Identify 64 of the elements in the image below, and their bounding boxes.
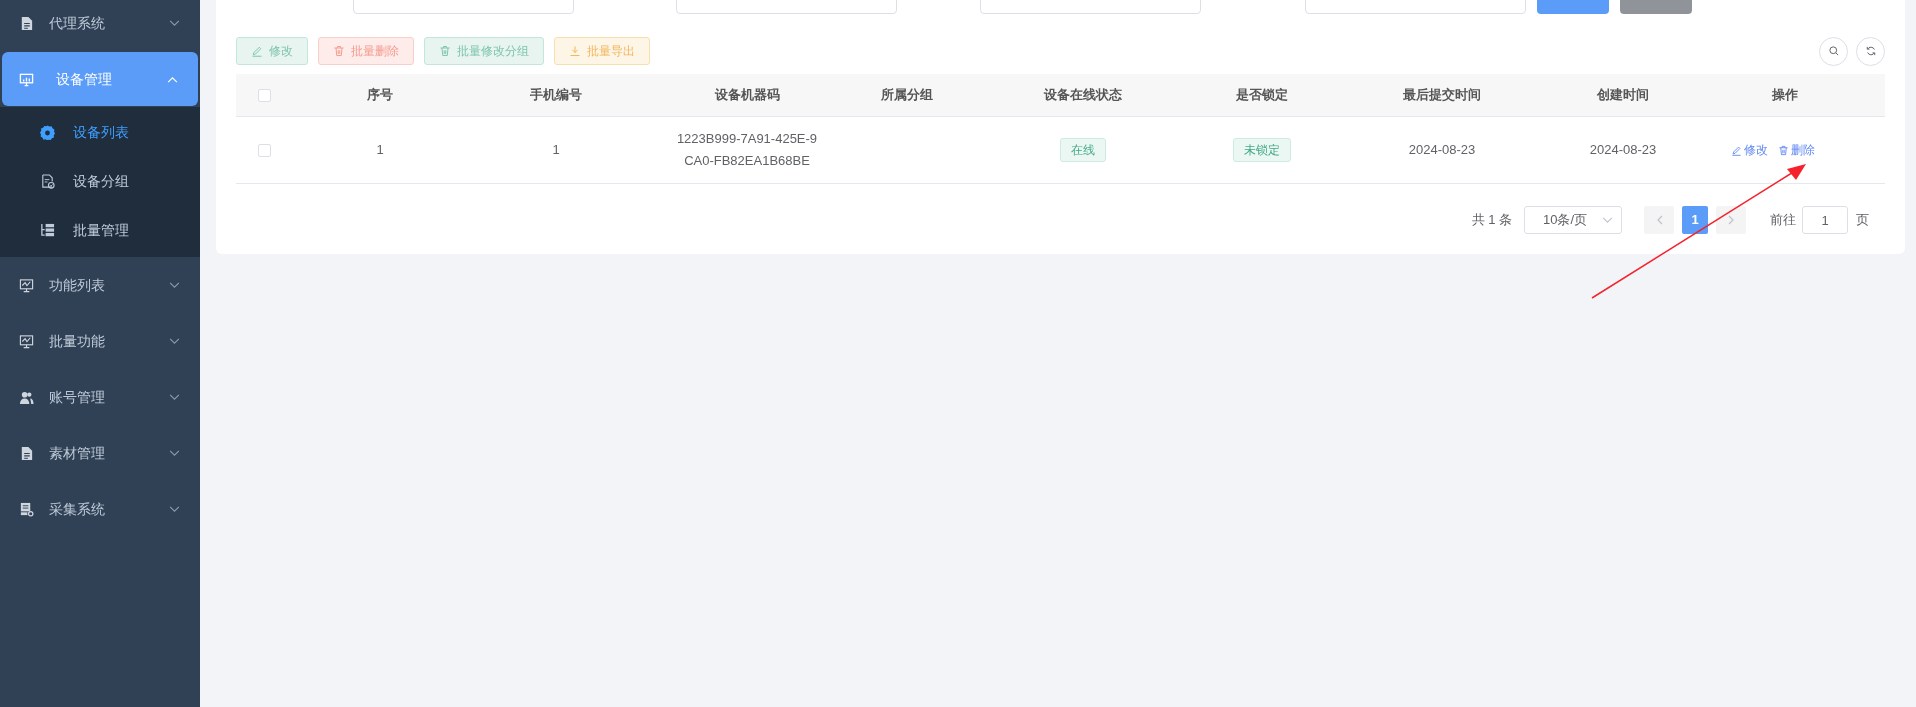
table-cell-text: 2024-08-23 [1589, 141, 1657, 160]
chevron-up-icon [167, 75, 178, 83]
column-header: 手机编号 [530, 86, 582, 105]
document-icon [19, 15, 34, 31]
table-cell-text: 2024-08-23 [1408, 141, 1476, 160]
refresh-icon [1864, 45, 1877, 57]
column-header: 创建时间 [1597, 86, 1649, 105]
chevron-left-icon [1655, 215, 1663, 225]
total-count: 共 1 条 [1471, 211, 1512, 230]
column-header: 序号 [367, 86, 393, 105]
status-tag: 未锁定 [1233, 138, 1291, 162]
table-cell-text: 1223B999-7A91-425E-9CA0-FB82EA1B68BE [675, 130, 819, 170]
chevron-down-icon [169, 281, 180, 289]
trash-icon [439, 45, 451, 57]
page-unit-label: 页 [1856, 211, 1869, 230]
page-size-select[interactable]: 10条/页 [1524, 206, 1622, 234]
column-header: 最后提交时间 [1403, 86, 1481, 105]
monitor-chart-icon [19, 277, 34, 293]
submenu-item[interactable]: 批量管理 [0, 206, 200, 255]
monitor-chart-icon [19, 333, 34, 349]
checkbox[interactable] [257, 88, 271, 102]
page-number-field[interactable]: 1 [1802, 206, 1848, 234]
sidebar-item[interactable]: 采集系统 [0, 481, 200, 537]
column-header: 设备机器码 [714, 86, 780, 105]
monitor-icon [19, 71, 34, 87]
column-header: 是否锁定 [1236, 86, 1288, 105]
checkbox[interactable] [257, 143, 271, 157]
submenu-item[interactable]: 设备列表 [0, 108, 200, 157]
users-icon [19, 389, 34, 405]
delete-link[interactable]: 删除 [1777, 141, 1815, 159]
chevron-down-icon [169, 505, 180, 513]
table-cell-text: 1 [552, 141, 560, 160]
chevron-down-icon [1602, 216, 1613, 224]
document-icon [19, 445, 34, 461]
chevron-right-icon [1727, 215, 1735, 225]
column-header: 操作 [1771, 86, 1798, 105]
tree-list-icon [40, 223, 55, 238]
sidebar-item[interactable]: 素材管理 [0, 425, 200, 481]
status-tag: 在线 [1060, 138, 1106, 162]
sidebar-item[interactable]: 账号管理 [0, 369, 200, 425]
goto-label: 前往 [1770, 211, 1796, 230]
edit-link[interactable]: 修改 [1730, 141, 1768, 159]
sidebar-item[interactable]: 功能列表 [0, 257, 200, 313]
sidebar-item[interactable]: 批量功能 [0, 313, 200, 369]
trash-icon [1777, 144, 1789, 156]
download-icon [569, 45, 581, 57]
chevron-down-icon [169, 337, 180, 345]
column-header: 设备在线状态 [1044, 86, 1122, 105]
document-gear-icon [19, 501, 34, 517]
search-icon [1827, 45, 1840, 57]
document-check-icon [40, 174, 55, 189]
column-header: 所属分组 [881, 86, 933, 105]
sidebar-item[interactable]: 代理系统 [0, 0, 200, 51]
chevron-down-icon [169, 449, 180, 457]
chevron-down-icon [169, 19, 180, 27]
submenu-item[interactable]: 设备分组 [0, 157, 200, 206]
gear-icon [40, 125, 55, 140]
pencil-icon [251, 45, 263, 57]
previous-page-button[interactable] [1644, 206, 1674, 234]
trash-icon [333, 45, 345, 57]
table-cell-text: 1 [376, 141, 384, 160]
chevron-down-icon [169, 393, 180, 401]
pencil-icon [1730, 144, 1742, 156]
next-page-button[interactable] [1716, 206, 1746, 234]
